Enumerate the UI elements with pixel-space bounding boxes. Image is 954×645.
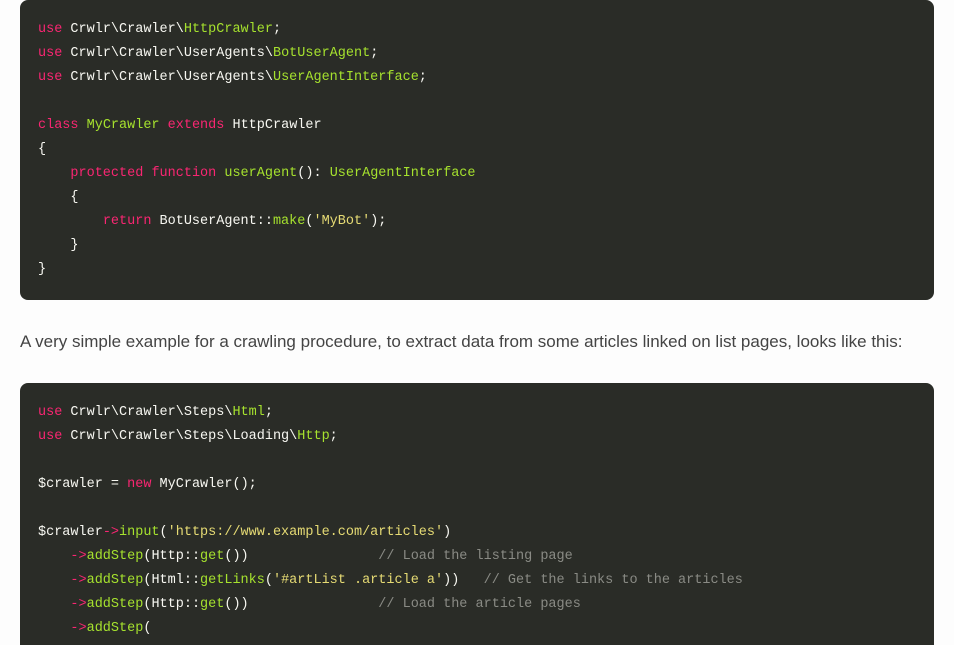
kw-use: use xyxy=(38,46,62,61)
fn-addstep: addStep xyxy=(87,549,144,564)
return-type: UserAgentInterface xyxy=(330,166,476,181)
kw-protected: protected xyxy=(70,166,143,181)
comment: // Get the links to the articles xyxy=(484,573,743,588)
brace: { xyxy=(38,142,46,157)
comment: // Load the listing page xyxy=(378,549,572,564)
kw-class: class xyxy=(38,118,79,133)
class-name: Html xyxy=(232,405,264,420)
string-selector: '#artList .article a' xyxy=(273,573,443,588)
var-crawler: $crawler xyxy=(38,525,103,540)
fn-useragent: userAgent xyxy=(224,166,297,181)
class-ref: BotUserAgent xyxy=(160,214,257,229)
fn-make: make xyxy=(273,214,305,229)
var-crawler: $crawler xyxy=(38,477,103,492)
fn-addstep: addStep xyxy=(87,621,144,636)
parent-class: HttpCrawler xyxy=(232,118,321,133)
fn-input: input xyxy=(119,525,160,540)
ns: Crwlr\Crawler\UserAgents\ xyxy=(70,46,273,61)
string-url: 'https://www.example.com/articles' xyxy=(168,525,443,540)
kw-return: return xyxy=(103,214,152,229)
ns: Crwlr\Crawler\UserAgents\ xyxy=(70,70,273,85)
kw-use: use xyxy=(38,22,62,37)
ns: Crwlr\Crawler\ xyxy=(70,22,183,37)
class-name: UserAgentInterface xyxy=(273,70,419,85)
kw-new: new xyxy=(127,477,151,492)
fn-addstep: addStep xyxy=(87,573,144,588)
class-my-crawler: MyCrawler xyxy=(87,118,160,133)
class-ref: MyCrawler xyxy=(160,477,233,492)
brace: } xyxy=(38,262,46,277)
kw-function: function xyxy=(151,166,216,181)
string: 'MyBot' xyxy=(313,214,370,229)
kw-use: use xyxy=(38,405,62,420)
ns: Crwlr\Crawler\Steps\ xyxy=(70,405,232,420)
ns: Crwlr\Crawler\Steps\Loading\ xyxy=(70,429,297,444)
kw-use: use xyxy=(38,429,62,444)
brace: { xyxy=(70,190,78,205)
class-name: Http xyxy=(297,429,329,444)
comment: // Load the article pages xyxy=(378,597,581,612)
kw-extends: extends xyxy=(168,118,225,133)
class-name: BotUserAgent xyxy=(273,46,370,61)
code-block-2: use Crwlr\Crawler\Steps\Html; use Crwlr\… xyxy=(20,383,934,645)
class-name: HttpCrawler xyxy=(184,22,273,37)
fn-addstep: addStep xyxy=(87,597,144,612)
code-block-1: use Crwlr\Crawler\HttpCrawler; use Crwlr… xyxy=(20,0,934,300)
paragraph: A very simple example for a crawling pro… xyxy=(20,330,934,355)
kw-use: use xyxy=(38,70,62,85)
brace: } xyxy=(70,238,78,253)
